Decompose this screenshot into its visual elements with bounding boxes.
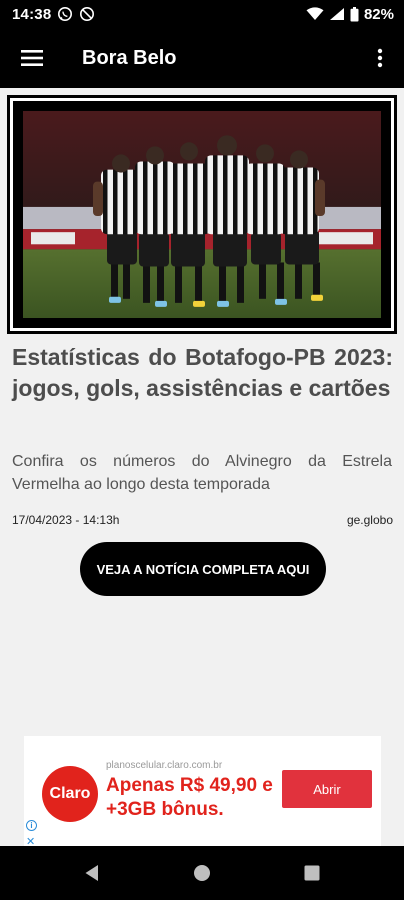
article-summary: Confira os números do Alvinegro da Estre…: [12, 453, 392, 493]
wifi-icon: [306, 7, 324, 21]
app-title: Bora Belo: [82, 46, 177, 69]
news-content: Estatísticas do Botafogo-PB 2023: jogos,…: [0, 88, 404, 728]
article-date: 17/04/2023 - 14:13h: [12, 513, 120, 527]
ad-url: planoscelular.claro.com.br: [106, 760, 223, 771]
ad-open-button[interactable]: Abrir: [282, 770, 372, 808]
team-huddle-photo: [23, 111, 381, 318]
signal-icon: [329, 7, 345, 21]
article-headline[interactable]: Estatísticas do Botafogo-PB 2023: jogos,…: [12, 342, 393, 404]
recents-icon[interactable]: [298, 859, 326, 887]
read-full-article-button[interactable]: VEJA A NOTÍCIA COMPLETA AQUI: [80, 542, 326, 596]
news-image[interactable]: [7, 95, 397, 334]
menu-icon[interactable]: [0, 28, 64, 88]
app-bar: Bora Belo: [0, 28, 404, 88]
back-icon[interactable]: [78, 859, 106, 887]
system-nav-bar: [0, 846, 404, 900]
article-source: ge.globo: [346, 513, 393, 527]
ad-card[interactable]: Claro planoscelular.claro.com.br Apenas …: [24, 736, 381, 848]
claro-logo: Claro: [42, 766, 98, 822]
no-disturb-icon: [79, 6, 95, 22]
ad-info-icon[interactable]: i: [26, 820, 37, 831]
more-vert-icon[interactable]: [356, 28, 404, 88]
home-icon[interactable]: [188, 859, 216, 887]
status-time: 14:38: [12, 5, 52, 23]
battery-icon: [350, 6, 359, 22]
whatsapp-icon: [57, 6, 73, 22]
battery-percent: 82%: [363, 5, 394, 23]
ad-banner: Claro planoscelular.claro.com.br Apenas …: [0, 728, 404, 848]
status-bar: 14:38 82%: [0, 0, 404, 28]
ad-headline[interactable]: Apenas R$ 49,90 e +3GB bônus.: [106, 774, 286, 822]
